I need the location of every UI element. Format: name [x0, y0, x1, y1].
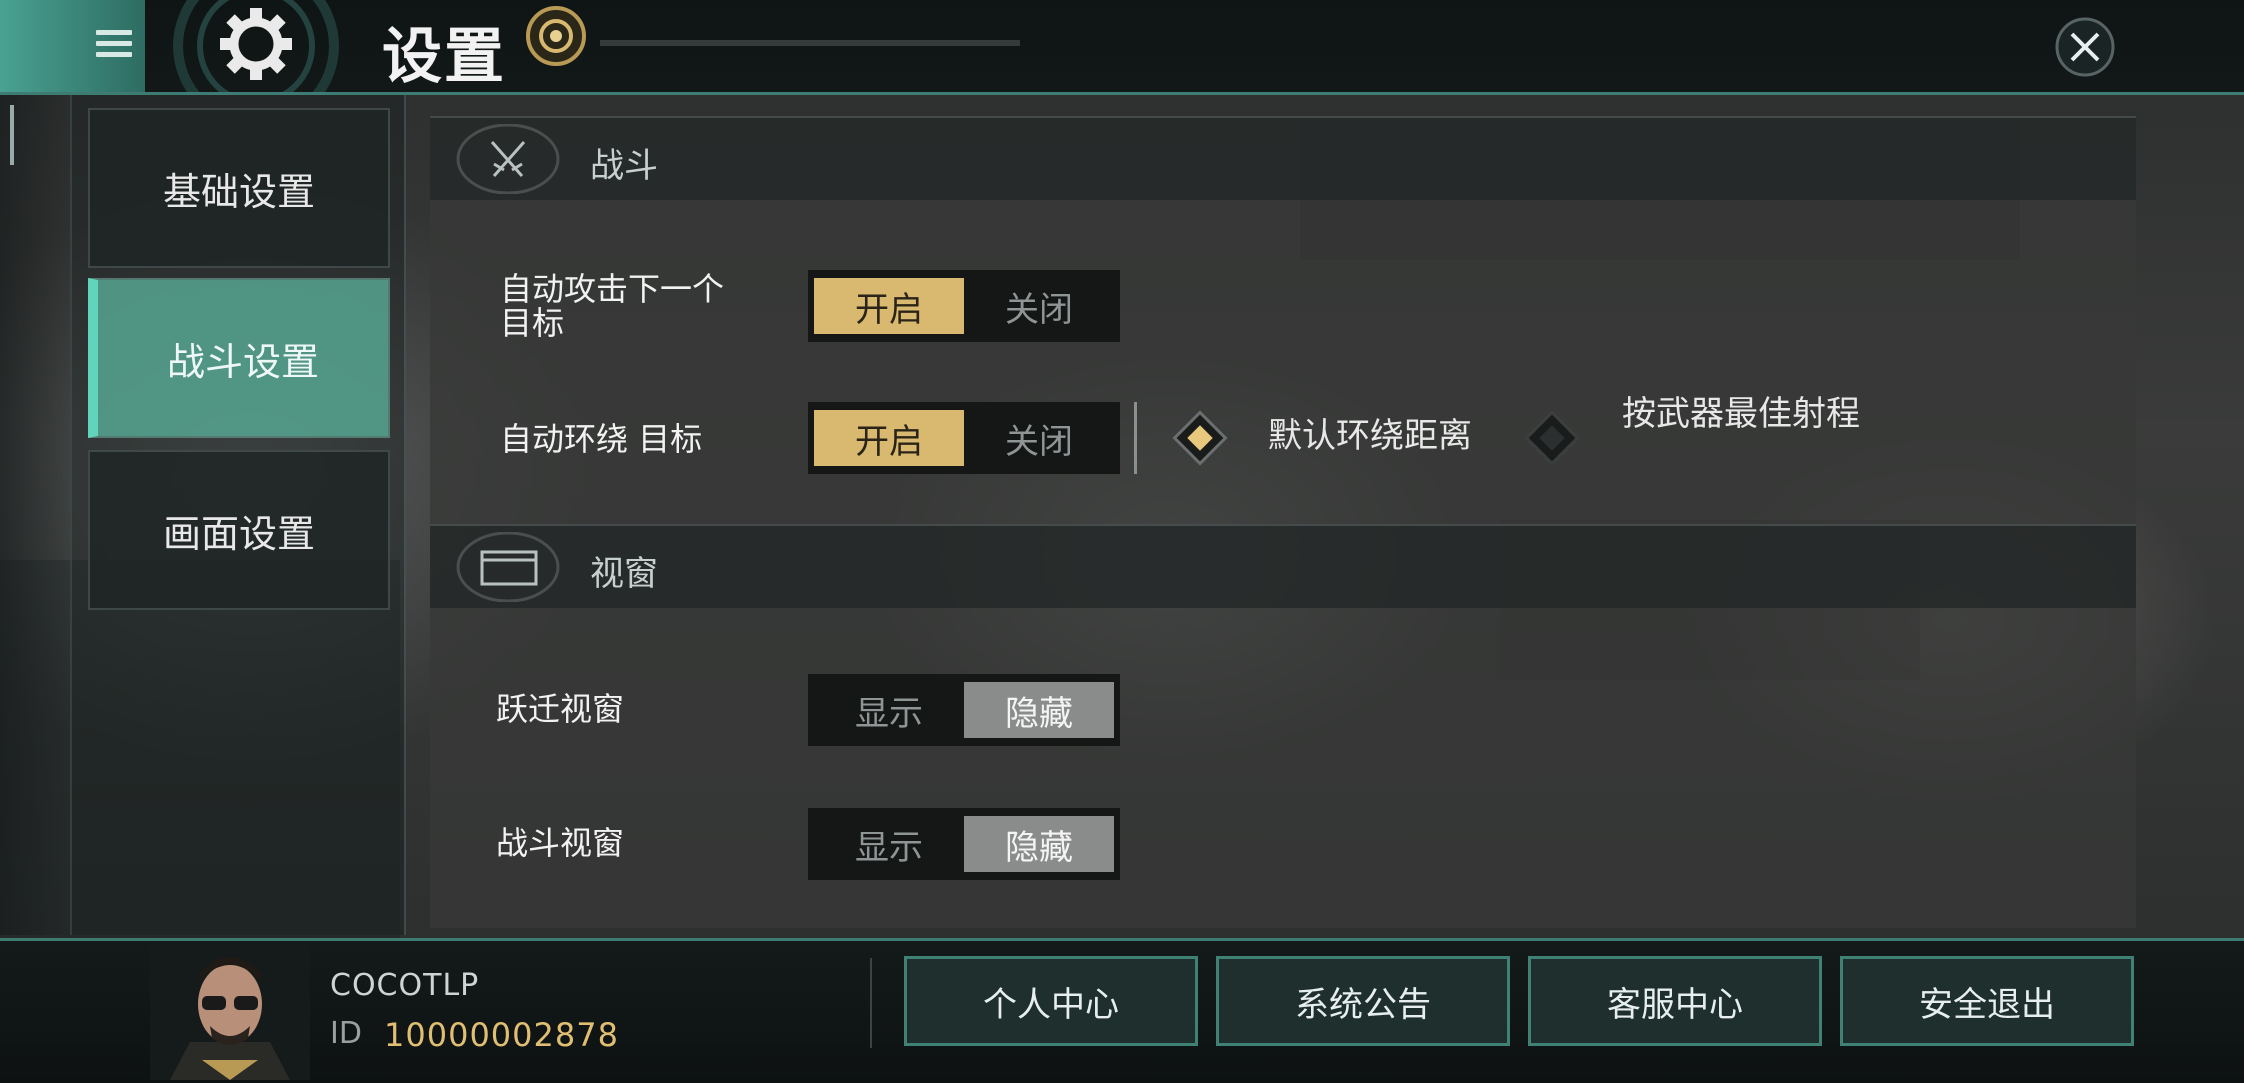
radio-default-distance[interactable]: [1170, 408, 1230, 468]
combat-window-hide-button[interactable]: 隐藏: [964, 816, 1114, 872]
auto-attack-on-button[interactable]: 开启: [814, 278, 964, 334]
warp-window-label: 跃迁视窗: [496, 690, 625, 728]
header-decoration-line: [600, 40, 1020, 46]
auto-orbit-toggle: 开启 关闭: [808, 402, 1120, 474]
auto-attack-toggle: 开启 关闭: [808, 270, 1120, 342]
section-header-combat: 战斗: [430, 116, 2136, 200]
divider: [870, 958, 872, 1048]
sidebar-item-basic[interactable]: 基础设置: [88, 108, 390, 268]
menu-button[interactable]: [0, 0, 145, 92]
radio-weapon-range-label: 按武器最佳射程: [1622, 394, 1860, 434]
sidebar-item-label: 基础设置: [162, 169, 315, 214]
window-icon: [456, 532, 560, 602]
section-title: 视窗: [590, 554, 658, 594]
left-rail: [0, 95, 72, 935]
scroll-indicator: [10, 105, 14, 165]
combat-window-show-button[interactable]: 显示: [814, 816, 964, 872]
auto-attack-off-button[interactable]: 关闭: [964, 278, 1114, 334]
divider: [1134, 402, 1137, 474]
gear-icon: [173, 0, 339, 92]
settings-panel: 战斗 自动攻击下一个目标 开启 关闭 自动环绕 目标 开启 关闭 默认环绕距离 …: [430, 116, 2136, 928]
combat-window-label: 战斗视窗: [496, 824, 625, 862]
player-id-label: ID: [330, 1016, 362, 1051]
page-title: 设置: [382, 22, 506, 92]
personal-center-button[interactable]: 个人中心: [904, 956, 1198, 1046]
announcement-button[interactable]: 系统公告: [1216, 956, 1510, 1046]
customer-service-button[interactable]: 客服中心: [1528, 956, 1822, 1046]
warp-window-hide-button[interactable]: 隐藏: [964, 682, 1114, 738]
section-header-window: 视窗: [430, 524, 2136, 608]
sidebar-item-combat[interactable]: 战斗设置: [88, 278, 390, 438]
auto-orbit-label: 自动环绕 目标: [500, 420, 703, 458]
close-icon[interactable]: [2052, 14, 2118, 80]
sidebar-item-label: 战斗设置: [166, 339, 319, 384]
player-id: 10000002878: [384, 1016, 619, 1054]
sidebar-item-display[interactable]: 画面设置: [88, 450, 390, 610]
combat-window-toggle: 显示 隐藏: [808, 808, 1120, 880]
logout-button[interactable]: 安全退出: [1840, 956, 2134, 1046]
radio-weapon-range[interactable]: [1522, 408, 1582, 468]
crossed-swords-icon: [456, 124, 560, 194]
player-name: COCOTLP: [330, 968, 480, 1003]
auto-orbit-off-button[interactable]: 关闭: [964, 410, 1114, 466]
top-bar: 设置: [0, 0, 2244, 95]
title-emblem-icon: [526, 6, 586, 66]
section-title: 战斗: [590, 146, 658, 186]
auto-attack-label: 自动攻击下一个目标: [500, 270, 725, 342]
avatar[interactable]: [150, 942, 310, 1080]
auto-orbit-on-button[interactable]: 开启: [814, 410, 964, 466]
warp-window-show-button[interactable]: 显示: [814, 682, 964, 738]
warp-window-toggle: 显示 隐藏: [808, 674, 1120, 746]
radio-default-distance-label: 默认环绕距离: [1268, 416, 1472, 456]
hamburger-menu-icon: [96, 30, 132, 60]
sidebar-item-label: 画面设置: [162, 511, 315, 556]
